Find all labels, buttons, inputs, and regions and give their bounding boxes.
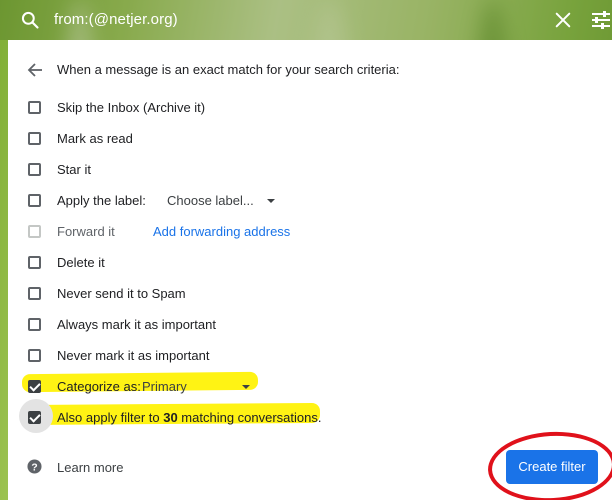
option-delete-it[interactable]: Delete it: [28, 253, 588, 273]
checkbox[interactable]: [28, 349, 41, 362]
option-label: Star it: [57, 162, 91, 177]
option-label: Mark as read: [57, 131, 133, 146]
option-label: Delete it: [57, 255, 105, 270]
search-input[interactable]: from:(@netjer.org): [54, 11, 178, 28]
arrow-back-icon[interactable]: [27, 62, 43, 78]
create-filter-button[interactable]: Create filter: [506, 450, 598, 484]
option-mark-as-read[interactable]: Mark as read: [28, 129, 588, 149]
checkbox[interactable]: [28, 101, 41, 114]
help-icon[interactable]: ?: [27, 459, 42, 474]
close-icon[interactable]: [554, 11, 572, 29]
checkbox[interactable]: [28, 163, 41, 176]
option-never-important[interactable]: Never mark it as important: [28, 346, 588, 366]
option-label: Skip the Inbox (Archive it): [57, 100, 206, 115]
filter-header: When a message is an exact match for you…: [57, 62, 400, 77]
option-label: Forward it: [57, 224, 115, 239]
label-select[interactable]: Choose label...: [167, 193, 254, 208]
option-label: Always mark it as important: [57, 317, 216, 332]
checkbox: [28, 225, 41, 238]
matching-count: 30: [163, 410, 178, 425]
checkbox[interactable]: [28, 194, 41, 207]
option-label: Categorize as:: [57, 379, 141, 394]
search-bar: from:(@netjer.org): [0, 0, 612, 40]
option-skip-inbox[interactable]: Skip the Inbox (Archive it): [28, 98, 588, 118]
apply-existing-prefix: Also apply filter to: [57, 410, 164, 425]
option-apply-label[interactable]: Apply the label: Choose label...: [28, 191, 588, 211]
checkbox[interactable]: [28, 256, 41, 269]
apply-existing-suffix: matching conversations.: [177, 410, 322, 425]
search-icon[interactable]: [20, 10, 40, 30]
dropdown-caret-icon[interactable]: [267, 199, 275, 203]
option-label: Never send it to Spam: [57, 286, 186, 301]
checkbox[interactable]: [28, 318, 41, 331]
learn-more-link[interactable]: Learn more: [57, 460, 123, 475]
option-categorize[interactable]: Categorize as: Primary: [28, 377, 588, 397]
category-select[interactable]: Primary: [142, 379, 187, 394]
checkbox-checked[interactable]: [28, 411, 41, 424]
option-always-important[interactable]: Always mark it as important: [28, 315, 588, 335]
apply-existing-label: Also apply filter to 30 matching convers…: [57, 410, 321, 425]
option-never-spam[interactable]: Never send it to Spam: [28, 284, 588, 304]
checkbox[interactable]: [28, 287, 41, 300]
filter-panel: When a message is an exact match for you…: [8, 40, 612, 500]
dropdown-caret-icon[interactable]: [242, 385, 250, 389]
option-label: Never mark it as important: [57, 348, 210, 363]
svg-text:?: ?: [31, 462, 37, 473]
option-forward-it[interactable]: Forward it Add forwarding address: [28, 222, 588, 242]
checkbox-checked[interactable]: [28, 380, 41, 393]
tune-icon[interactable]: [590, 10, 612, 30]
option-star-it[interactable]: Star it: [28, 160, 588, 180]
add-forwarding-address-link[interactable]: Add forwarding address: [153, 224, 290, 239]
option-apply-existing[interactable]: Also apply filter to 30 matching convers…: [28, 408, 588, 428]
checkbox[interactable]: [28, 132, 41, 145]
option-label: Apply the label:: [57, 193, 146, 208]
